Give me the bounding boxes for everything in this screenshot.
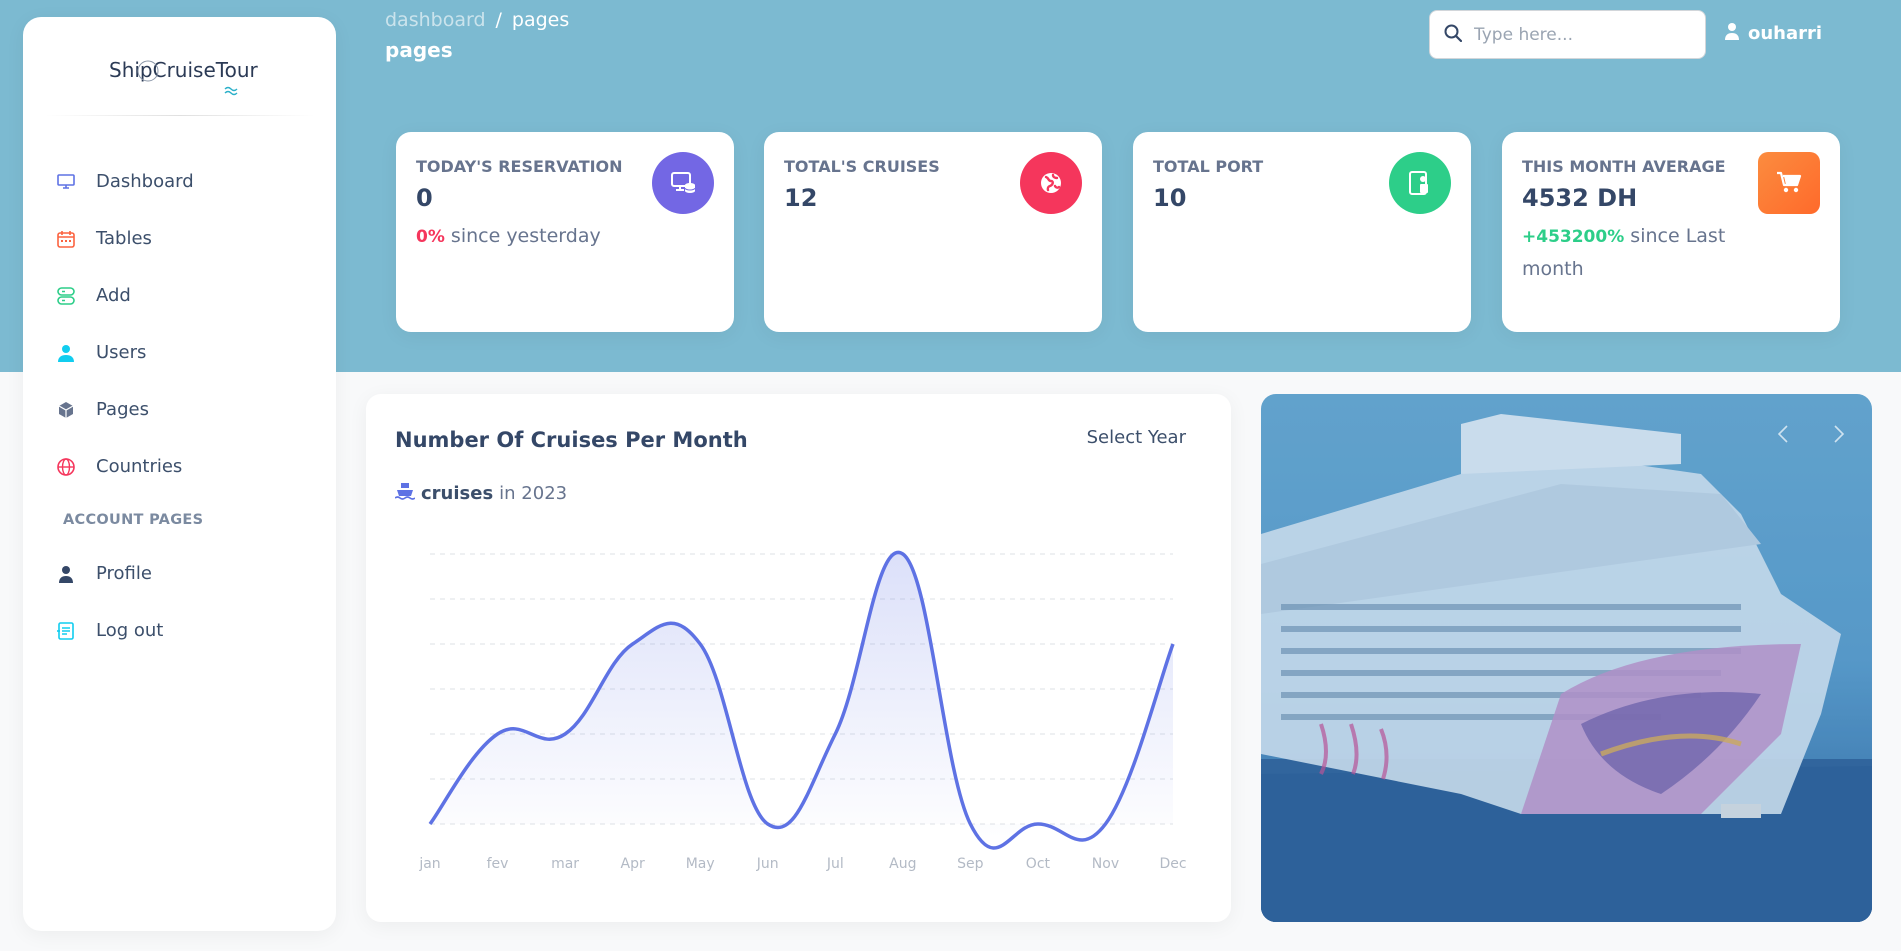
cruise-ship-image bbox=[1261, 394, 1872, 922]
sidebar-item-add[interactable]: Add bbox=[23, 267, 336, 324]
stat-card-today-reservation: TODAY'S RESERVATION 0 0% since yesterday bbox=[396, 132, 734, 332]
chart-card: Number Of Cruises Per Month Select Year … bbox=[366, 394, 1231, 922]
sidebar: ShipCruiseTour Dashboard Tables Add User… bbox=[23, 17, 336, 931]
sidebar-item-label: Users bbox=[96, 342, 147, 363]
stat-change-text: since yesterday bbox=[450, 225, 601, 247]
username: ouharri bbox=[1748, 23, 1823, 44]
x-tick-label: mar bbox=[551, 856, 579, 872]
stat-value: 10 bbox=[1153, 184, 1187, 212]
x-tick-label: May bbox=[686, 856, 715, 872]
user-menu[interactable]: ouharri bbox=[1724, 22, 1822, 45]
user-icon bbox=[56, 343, 76, 363]
box-icon bbox=[56, 400, 76, 420]
stat-card-month-average: THIS MONTH AVERAGE 4532 DH +453200% sinc… bbox=[1502, 132, 1840, 332]
image-carousel[interactable] bbox=[1261, 394, 1872, 922]
add-grid-icon bbox=[56, 286, 76, 306]
stat-label: TOTAL PORT bbox=[1153, 157, 1264, 176]
sidebar-item-profile[interactable]: Profile bbox=[23, 545, 336, 602]
line-chart: jan fev mar Apr May Jun Jul Aug Sep Oct Nov Dec bbox=[418, 550, 1187, 872]
logo-text: ShipCruiseTour bbox=[109, 58, 258, 82]
x-tick-label: jan bbox=[418, 856, 440, 872]
stat-value: 4532 DH bbox=[1522, 184, 1638, 212]
sidebar-divider bbox=[45, 115, 315, 116]
sidebar-item-users[interactable]: Users bbox=[23, 324, 336, 381]
sidebar-item-dashboard[interactable]: Dashboard bbox=[23, 153, 336, 210]
chevron-left-icon[interactable] bbox=[1777, 424, 1807, 454]
sidebar-item-label: Dashboard bbox=[96, 171, 194, 192]
money-coins-icon bbox=[652, 152, 714, 214]
breadcrumb-current: pages bbox=[511, 9, 570, 31]
logout-icon bbox=[56, 621, 76, 641]
x-tick-label: Sep bbox=[957, 856, 984, 872]
stat-change-percent: +453200% bbox=[1522, 227, 1625, 247]
chevron-right-icon[interactable] bbox=[1833, 424, 1863, 454]
x-tick-label: Oct bbox=[1026, 856, 1051, 872]
sidebar-item-label: Countries bbox=[96, 456, 183, 477]
sidebar-nav: Dashboard Tables Add Users Pages Countri… bbox=[23, 153, 336, 659]
sidebar-item-label: Log out bbox=[96, 620, 164, 641]
x-tick-label: Dec bbox=[1159, 856, 1186, 872]
breadcrumb: dashboard / pages bbox=[385, 9, 569, 31]
sidebar-item-label: Add bbox=[96, 285, 131, 306]
globe-icon bbox=[56, 457, 76, 477]
stat-label: TODAY'S RESERVATION bbox=[416, 157, 623, 176]
x-tick-label: Apr bbox=[621, 856, 645, 872]
stat-label: THIS MONTH AVERAGE bbox=[1522, 157, 1726, 176]
stat-label: TOTAL'S CRUISES bbox=[784, 157, 940, 176]
sidebar-item-pages[interactable]: Pages bbox=[23, 381, 336, 438]
stat-value: 12 bbox=[784, 184, 818, 212]
world-icon bbox=[1020, 152, 1082, 214]
user-icon bbox=[1724, 22, 1740, 45]
cart-icon bbox=[1758, 152, 1820, 214]
stat-change-percent: 0% bbox=[416, 227, 445, 247]
x-tick-label: Aug bbox=[889, 856, 916, 872]
brand-logo[interactable]: ShipCruiseTour bbox=[23, 47, 336, 103]
x-tick-label: Jul bbox=[826, 856, 844, 872]
search-icon bbox=[1444, 24, 1463, 46]
stat-card-total-port: TOTAL PORT 10 bbox=[1133, 132, 1471, 332]
search-input[interactable] bbox=[1474, 24, 1694, 45]
x-tick-label: Nov bbox=[1092, 856, 1119, 872]
sidebar-item-countries[interactable]: Countries bbox=[23, 438, 336, 495]
sidebar-item-tables[interactable]: Tables bbox=[23, 210, 336, 267]
monitor-icon bbox=[56, 172, 76, 192]
breadcrumb-root-link[interactable]: dashboard bbox=[385, 9, 486, 31]
stat-change: 0% since yesterday bbox=[416, 220, 636, 253]
calendar-icon bbox=[56, 229, 76, 249]
paper-icon bbox=[1389, 152, 1451, 214]
stat-change: +453200% since Last month bbox=[1522, 220, 1742, 285]
x-tick-label: Jun bbox=[756, 856, 779, 872]
x-tick-label: fev bbox=[487, 856, 509, 872]
stat-card-total-cruises: TOTAL'S CRUISES 12 bbox=[764, 132, 1102, 332]
page-title: pages bbox=[385, 38, 453, 62]
sidebar-item-label: Tables bbox=[96, 228, 152, 249]
sidebar-item-label: Pages bbox=[96, 399, 149, 420]
stat-value: 0 bbox=[416, 184, 433, 212]
sidebar-item-label: Profile bbox=[96, 563, 152, 584]
search-box bbox=[1429, 10, 1706, 59]
person-icon bbox=[56, 564, 76, 584]
sidebar-item-logout[interactable]: Log out bbox=[23, 602, 336, 659]
sidebar-section-heading: ACCOUNT PAGES bbox=[63, 512, 204, 528]
breadcrumb-separator: / bbox=[495, 9, 502, 31]
